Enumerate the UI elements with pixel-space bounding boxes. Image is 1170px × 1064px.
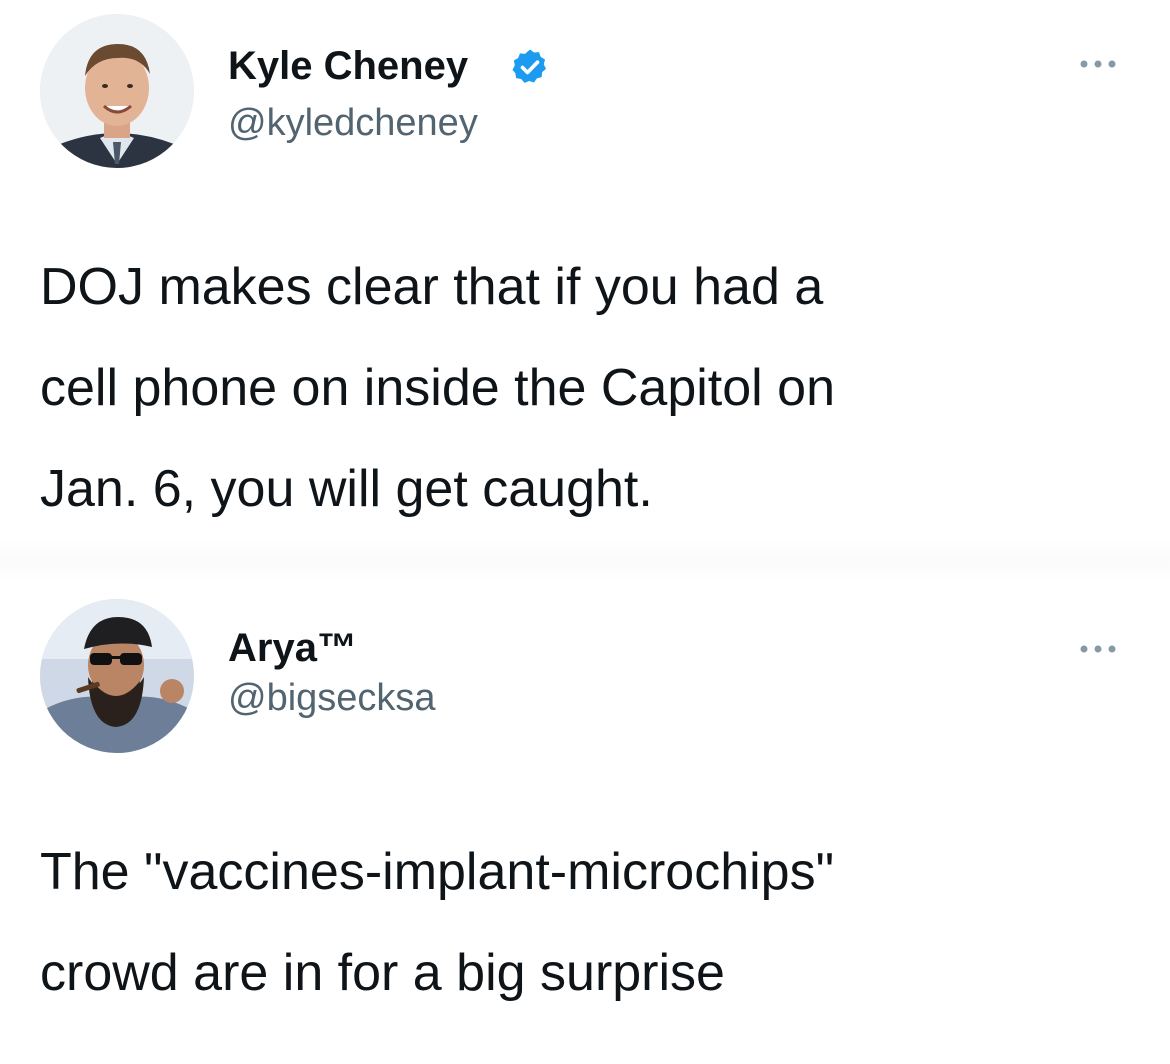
- tweet-text: DOJ makes clear that if you had a cell p…: [40, 258, 836, 518]
- author-handle[interactable]: @kyledcheney: [228, 100, 478, 146]
- more-horizontal-icon[interactable]: [1078, 58, 1118, 70]
- tweet-arya[interactable]: Arya™ @bigsecksa The "vaccines-implant-m…: [0, 585, 1170, 1064]
- tweet-kyle-cheney[interactable]: Kyle Cheney @kyledcheney DOJ makes clear…: [0, 0, 1170, 540]
- avatar-photo: [40, 14, 194, 168]
- tweet-text: The "vaccines-implant-microchips" crowd …: [40, 843, 835, 1002]
- author-display-name[interactable]: Arya™: [228, 624, 357, 672]
- verified-badge-icon: [512, 49, 546, 83]
- author-avatar[interactable]: [40, 599, 194, 753]
- more-horizontal-icon[interactable]: [1078, 643, 1118, 655]
- author-display-name[interactable]: Kyle Cheney: [228, 42, 468, 90]
- tweet-separator: [0, 540, 1170, 580]
- author-avatar[interactable]: [40, 14, 194, 168]
- author-handle[interactable]: @bigsecksa: [228, 675, 436, 721]
- avatar-photo: [40, 599, 194, 753]
